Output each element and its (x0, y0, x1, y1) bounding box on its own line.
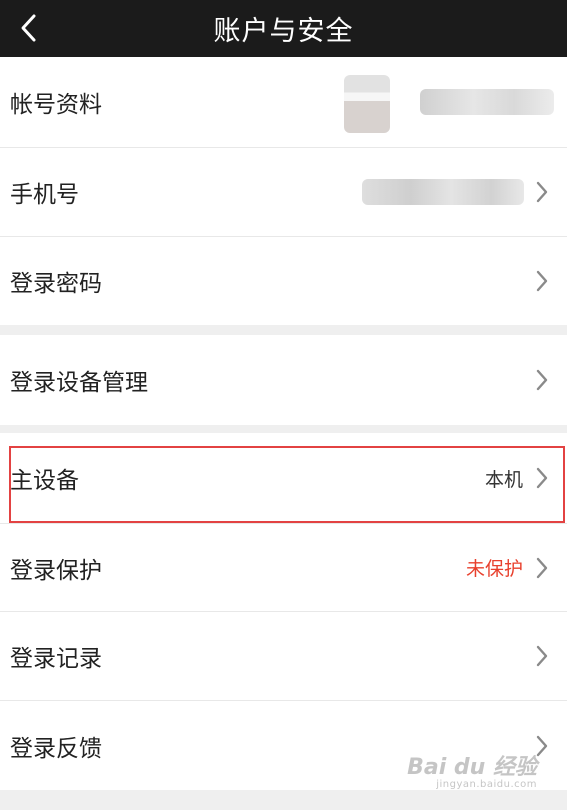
row-label: 登录保护 (10, 557, 102, 584)
row-primary-device[interactable]: 主设备 本机 (0, 433, 567, 523)
row-login-protection[interactable]: 登录保护 未保护 (0, 524, 567, 611)
row-login-password[interactable]: 登录密码 (0, 237, 567, 325)
chevron-right-icon (535, 644, 549, 668)
chevron-right-icon (535, 368, 549, 392)
chevron-left-icon (21, 14, 36, 42)
chevron-right-icon (535, 466, 549, 490)
chevron-right-icon (535, 556, 549, 580)
chevron-right-icon (535, 180, 549, 204)
row-label: 手机号 (10, 182, 79, 208)
row-label: 登录密码 (10, 271, 102, 297)
row-login-records[interactable]: 登录记录 (0, 612, 567, 700)
row-label: 登录设备管理 (10, 370, 148, 396)
row-label: 主设备 (10, 468, 79, 494)
row-device-management[interactable]: 登录设备管理 (0, 335, 567, 425)
baidu-jingyan-watermark: Bai du 经验 jingyan.baidu.com (407, 755, 537, 790)
row-account-profile[interactable]: 帐号资料 (0, 57, 567, 147)
blurred-avatar (344, 75, 390, 133)
primary-device-value: 本机 (484, 468, 523, 491)
row-label: 登录记录 (10, 646, 102, 672)
login-protection-status: 未保护 (465, 558, 523, 580)
back-button[interactable] (14, 10, 42, 46)
row-label: 登录反馈 (10, 735, 102, 762)
chevron-right-icon (535, 734, 549, 758)
blurred-phone-number (362, 179, 524, 205)
row-label: 帐号资料 (10, 92, 102, 118)
row-phone-number[interactable]: 手机号 (0, 148, 567, 236)
chevron-right-icon (535, 269, 549, 293)
page-title: 账户与安全 (213, 16, 354, 47)
account-security-screen: 账户与安全 帐号资料 手机号 登录密码 登录设备管理 主设备 本机 登录保护 未… (0, 0, 567, 810)
blurred-account-text (420, 89, 554, 115)
header-bar: 账户与安全 (0, 0, 567, 57)
